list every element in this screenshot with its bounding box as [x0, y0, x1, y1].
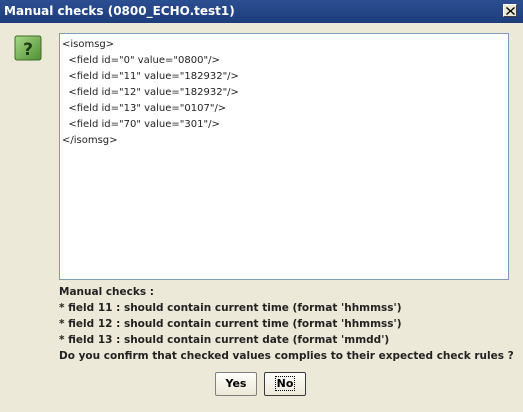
no-button-label: No — [274, 376, 296, 391]
close-button[interactable] — [503, 4, 517, 17]
svg-text:?: ? — [23, 40, 33, 60]
no-button[interactable]: No — [264, 372, 306, 396]
message-line: <field id="0" value="0800"/> — [62, 55, 220, 66]
window-title: Manual checks (0800_ECHO.test1) — [4, 4, 235, 18]
message-line: <field id="70" value="301"/> — [62, 119, 220, 130]
checks-description: Manual checks : * field 11 : should cont… — [59, 284, 514, 364]
close-icon — [506, 7, 515, 15]
message-line: <isomsg> — [62, 39, 115, 50]
message-line: <field id="13" value="0107"/> — [62, 103, 227, 114]
checks-heading: Manual checks : — [59, 286, 154, 298]
dialog-content: ? <isomsg> <field id="0" value="0800"/> … — [0, 23, 523, 412]
check-item: * field 13 : should contain current date… — [59, 334, 390, 346]
check-item: * field 11 : should contain current time… — [59, 302, 402, 314]
title-bar[interactable]: Manual checks (0800_ECHO.test1) — [0, 0, 523, 23]
yes-button[interactable]: Yes — [215, 372, 257, 396]
confirm-question: Do you confirm that checked values compl… — [59, 350, 514, 362]
check-item: * field 12 : should contain current time… — [59, 318, 402, 330]
dialog-window: Manual checks (0800_ECHO.test1) ? <isoms… — [0, 0, 523, 412]
message-line: <field id="12" value="182932"/> — [62, 87, 239, 98]
question-icon: ? — [14, 35, 42, 61]
message-line: <field id="11" value="182932"/> — [62, 71, 239, 82]
message-line: </isomsg> — [62, 135, 118, 146]
message-text-area[interactable]: <isomsg> <field id="0" value="0800"/> <f… — [59, 33, 509, 280]
button-row: Yes No — [0, 372, 523, 396]
